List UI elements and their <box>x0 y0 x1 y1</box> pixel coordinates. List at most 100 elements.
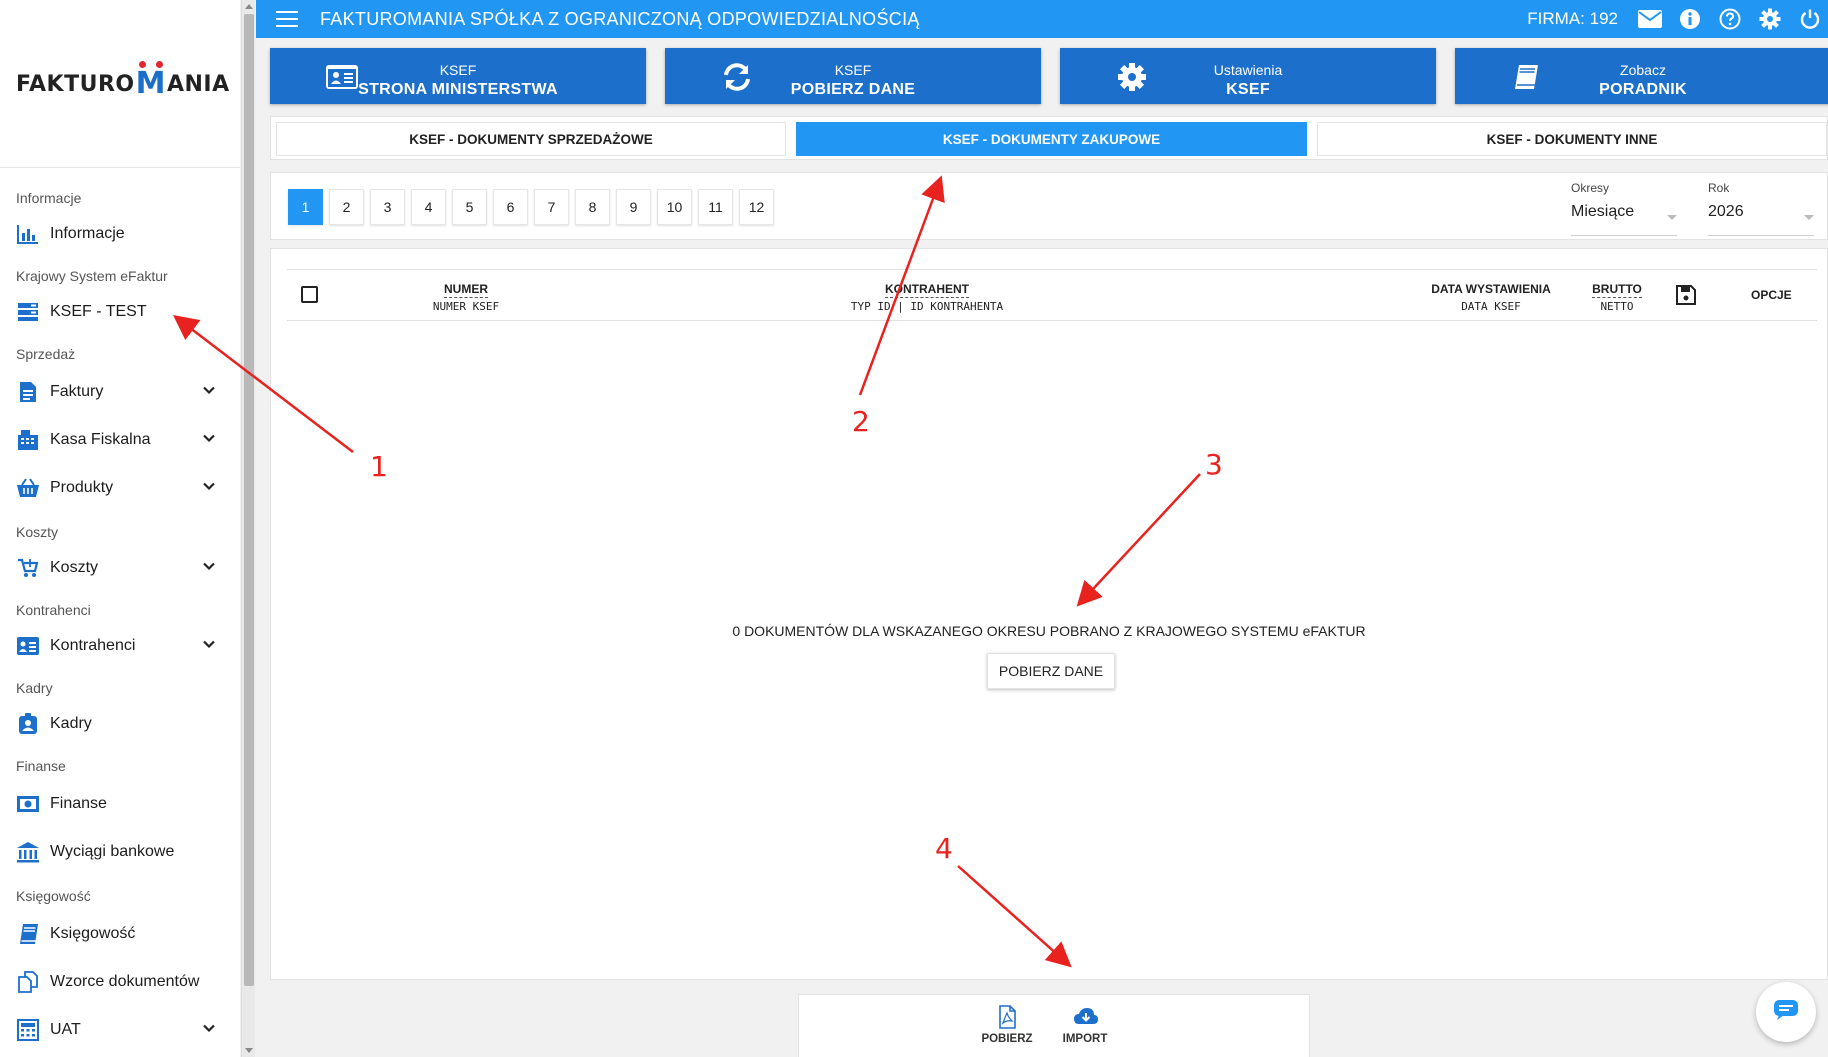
chevron-down-icon[interactable] <box>200 557 218 580</box>
ksef-ministry-button[interactable]: KSEF STRONA MINISTERSTWA <box>270 48 646 104</box>
column-kontrahent-label: KONTRAHENT <box>885 282 969 298</box>
tab-sales-documents[interactable]: KSEF - DOKUMENTY SPRZEDAŻOWE <box>276 122 786 156</box>
table-header: NUMER NUMER KSEF KONTRAHENT TYP ID | ID … <box>287 269 1817 321</box>
sidebar-item-label: KSEF - TEST <box>50 303 147 320</box>
cloud-download-icon <box>1073 1005 1098 1029</box>
month-button-6[interactable]: 6 <box>493 189 528 225</box>
chevron-down-icon[interactable] <box>200 635 218 658</box>
person-badge-icon <box>16 712 40 736</box>
column-brutto-label: BRUTTO <box>1592 282 1642 298</box>
mail-icon[interactable] <box>1636 5 1664 33</box>
sidebar-item-label: Produkty <box>50 479 114 496</box>
column-kontrahent[interactable]: KONTRAHENT TYP ID | ID KONTRAHENTA <box>837 280 1017 313</box>
ksef-settings-button[interactable]: Ustawienia KSEF <box>1060 48 1436 104</box>
ksef-fetch-data-button[interactable]: KSEF POBIERZ DANE <box>665 48 1041 104</box>
action-line2: POBIERZ DANE <box>790 81 916 98</box>
logo-area: FAKTURO M ANIA <box>0 0 240 168</box>
sidebar-nav: Informacje Informacje Krajowy System eFakt… <box>0 168 240 1057</box>
chevron-down-icon[interactable] <box>200 381 218 404</box>
sidebar-item-uat[interactable]: UAT <box>0 1006 240 1054</box>
hamburger-menu-icon[interactable] <box>276 11 298 27</box>
sidebar-item-wyciągi-bankowe[interactable]: Wyciągi bankowe <box>0 828 240 876</box>
scroll-up-arrow-icon[interactable] <box>245 4 253 9</box>
month-button-2[interactable]: 2 <box>329 189 364 225</box>
column-netto-label: NETTO <box>1600 300 1634 313</box>
month-button-12[interactable]: 12 <box>739 189 774 225</box>
import-button[interactable]: IMPORT <box>1055 1005 1115 1045</box>
action-line1: KSEF <box>439 62 477 78</box>
period-type-value: Miesiące <box>1571 203 1635 220</box>
month-button-1[interactable]: 1 <box>288 189 323 225</box>
sidebar-item-label: Finanse <box>50 795 107 812</box>
year-value: 2026 <box>1708 203 1744 220</box>
sidebar-item-label: Kasa Fiskalna <box>50 431 151 448</box>
sidebar-item-finanse[interactable]: Finanse <box>0 780 240 828</box>
month-button-7[interactable]: 7 <box>534 189 569 225</box>
column-numer-ksef-label: NUMER KSEF <box>432 300 500 313</box>
fetch-data-button[interactable]: POBIERZ DANE <box>987 653 1115 689</box>
column-data[interactable]: DATA WYSTAWIENIA DATA KSEF <box>1421 280 1561 313</box>
sidebar-item-ksef-test[interactable]: KSEF - TEST <box>0 290 240 334</box>
document-icon <box>16 380 40 404</box>
sidebar-item-wzorce-dokumentów[interactable]: Wzorce dokumentów <box>0 958 240 1006</box>
calculator-icon <box>16 1018 40 1042</box>
sidebar-item-kasa-fiskalna[interactable]: Kasa Fiskalna <box>0 416 240 464</box>
power-icon[interactable] <box>1796 5 1824 33</box>
download-pdf-button[interactable]: POBIERZ <box>977 1005 1037 1045</box>
sidebar-item-label: Kontrahenci <box>50 637 136 654</box>
tab-other-documents[interactable]: KSEF - DOKUMENTY INNE <box>1317 122 1827 156</box>
month-button-10[interactable]: 10 <box>657 189 692 225</box>
chat-button[interactable] <box>1756 982 1816 1042</box>
chevron-down-icon[interactable] <box>200 1019 218 1042</box>
period-type-select[interactable]: Okresy Miesiące <box>1571 181 1677 236</box>
sidebar-item-label: Wyciągi bankowe <box>50 843 175 860</box>
sidebar-section-label: Sprzedaż <box>16 346 76 362</box>
sidebar-section-label: Informacje <box>16 190 82 206</box>
scroll-down-arrow-icon[interactable] <box>245 1048 253 1053</box>
import-label: IMPORT <box>1062 1033 1108 1045</box>
sidebar-item-kadry[interactable]: Kadry <box>0 702 240 746</box>
select-all-checkbox[interactable] <box>301 286 318 303</box>
month-button-3[interactable]: 3 <box>370 189 405 225</box>
chevron-down-icon[interactable] <box>200 477 218 500</box>
settings-gear-icon[interactable] <box>1756 5 1784 33</box>
sidebar-item-faktury[interactable]: Faktury <box>0 368 240 416</box>
month-button-4[interactable]: 4 <box>411 189 446 225</box>
month-button-9[interactable]: 9 <box>616 189 651 225</box>
sidebar-scrollbar[interactable] <box>241 0 255 1057</box>
info-icon[interactable] <box>1676 5 1704 33</box>
sidebar-item-label: Kadry <box>50 715 92 732</box>
year-select[interactable]: Rok 2026 <box>1708 181 1814 236</box>
logo[interactable]: FAKTURO M ANIA <box>16 60 230 98</box>
month-button-11[interactable]: 11 <box>698 189 733 225</box>
guide-button[interactable]: Zobacz PORADNIK <box>1455 48 1828 104</box>
sidebar: FAKTURO M ANIA Informacje Informacje Krajo… <box>0 0 240 1057</box>
tab-purchase-documents[interactable]: KSEF - DOKUMENTY ZAKUPOWE <box>796 122 1307 156</box>
sidebar-item-kontrahenci[interactable]: Kontrahenci <box>0 624 240 668</box>
bank-icon <box>16 840 40 864</box>
month-button-5[interactable]: 5 <box>452 189 487 225</box>
chart-icon <box>16 222 40 246</box>
scrollbar-thumb[interactable] <box>244 14 254 986</box>
column-brutto[interactable]: BRUTTO NETTO <box>1577 280 1657 313</box>
sidebar-item-label: Faktury <box>50 383 104 400</box>
sidebar-section-label: Finanse <box>16 758 66 774</box>
sidebar-item-koszty[interactable]: Koszty <box>0 546 240 590</box>
column-numer[interactable]: NUMER NUMER KSEF <box>411 280 521 313</box>
save-floppy-icon[interactable] <box>1675 284 1697 306</box>
column-kontrahent-id-label: TYP ID | ID KONTRAHENTA <box>850 300 1004 313</box>
money-icon <box>16 792 40 816</box>
sidebar-item-produkty[interactable]: Produkty <box>0 464 240 512</box>
sidebar-item-księgowość[interactable]: Księgowość <box>0 910 240 958</box>
sidebar-section-label: Kontrahenci <box>16 602 91 618</box>
logo-m: M <box>136 60 166 98</box>
sidebar-item-informacje[interactable]: Informacje <box>0 212 240 256</box>
help-icon[interactable] <box>1716 5 1744 33</box>
column-data-label: DATA WYSTAWIENIA <box>1431 282 1551 296</box>
chevron-down-icon[interactable] <box>200 429 218 452</box>
column-opcje: OPCJE <box>1751 288 1792 302</box>
book-icon <box>16 922 40 946</box>
cash-register-icon <box>16 428 40 452</box>
month-button-8[interactable]: 8 <box>575 189 610 225</box>
document-tabs: KSEF - DOKUMENTY SPRZEDAŻOWE KSEF - DOKU… <box>270 116 1828 160</box>
